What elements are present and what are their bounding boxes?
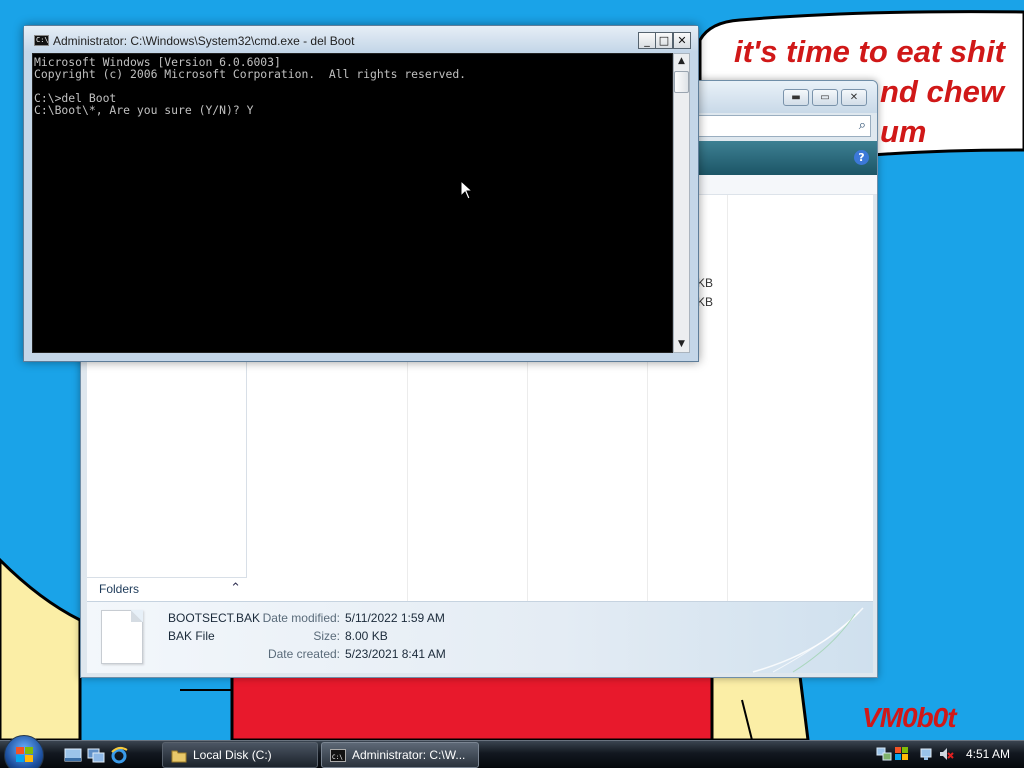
system-clock[interactable]: 4:51 AM xyxy=(966,747,1010,761)
details-pane: BOOTSECT.BAK BAK File Date modified: 5/1… xyxy=(87,601,873,673)
mouse-cursor-icon xyxy=(460,180,474,200)
search-icon[interactable]: ⌕ xyxy=(859,118,866,133)
cmd-window[interactable]: C:\ Administrator: C:\Windows\System32\c… xyxy=(23,25,699,362)
details-date-created: 5/23/2021 8:41 AM xyxy=(345,647,446,661)
console-text: Microsoft Windows [Version 6.0.6003] Cop… xyxy=(34,55,467,117)
folder-icon xyxy=(171,750,187,763)
cmd-icon: C:\ xyxy=(330,749,346,762)
details-date-modified-label: Date modified: xyxy=(262,611,340,625)
explorer-maximize-button[interactable]: ▭ xyxy=(812,89,838,106)
network-icon[interactable] xyxy=(876,746,892,762)
security-center-icon[interactable] xyxy=(894,746,910,762)
file-size-cell: KB xyxy=(697,276,714,290)
folders-toggle[interactable]: Folders ⌃ xyxy=(87,577,247,601)
explorer-search-box[interactable]: ⌕ xyxy=(691,115,871,137)
volume-muted-icon[interactable] xyxy=(938,746,954,762)
show-desktop-icon[interactable] xyxy=(64,746,82,764)
explorer-close-button[interactable]: ✕ xyxy=(841,89,867,106)
file-size-cell: KB xyxy=(697,295,714,309)
cmd-icon[interactable]: C:\ xyxy=(34,35,49,46)
details-date-created-label: Date created: xyxy=(267,647,340,661)
taskbar-item-label: Local Disk (C:) xyxy=(193,748,272,762)
details-size: 8.00 KB xyxy=(345,629,388,643)
console-scrollbar[interactable]: ▲ ▼ xyxy=(673,53,690,353)
cmd-titlebar[interactable]: C:\ Administrator: C:\Windows\System32\c… xyxy=(24,26,698,52)
explorer-minimize-button[interactable]: ▬ xyxy=(783,89,809,106)
file-icon xyxy=(101,610,143,664)
cmd-maximize-button[interactable]: □ xyxy=(655,32,673,49)
scroll-down-arrow-icon[interactable]: ▼ xyxy=(674,337,689,352)
internet-explorer-icon[interactable] xyxy=(110,746,128,764)
svg-text:C:\: C:\ xyxy=(332,754,343,761)
help-icon[interactable]: ? xyxy=(854,150,869,165)
chevron-up-icon: ⌃ xyxy=(230,580,241,595)
taskbar-item-explorer[interactable]: Local Disk (C:) xyxy=(162,742,318,768)
cmd-window-title: Administrator: C:\Windows\System32\cmd.e… xyxy=(53,34,355,48)
details-size-label: Size: xyxy=(313,629,340,643)
console-output[interactable]: Microsoft Windows [Version 6.0.6003] Cop… xyxy=(32,53,673,353)
speech-line-2: nd chew xyxy=(880,74,1005,109)
speech-line-3: um xyxy=(880,114,927,149)
network-disconnected-icon[interactable] xyxy=(920,746,936,762)
taskbar-item-cmd[interactable]: C:\ Administrator: C:\W... xyxy=(321,742,479,768)
scroll-thumb[interactable] xyxy=(674,71,689,93)
start-button[interactable] xyxy=(4,735,44,768)
speech-line-1: it's time to eat shit xyxy=(734,34,1005,69)
cartoon-arm-right xyxy=(710,674,810,740)
windows-logo-icon xyxy=(16,747,33,762)
cmd-minimize-button[interactable]: _ xyxy=(638,32,656,49)
folders-label: Folders xyxy=(99,582,140,596)
scroll-up-arrow-icon[interactable]: ▲ xyxy=(674,54,689,69)
watermark-text: VM0b0t xyxy=(862,702,957,733)
cmd-close-button[interactable]: ✕ xyxy=(673,32,691,49)
switch-windows-icon[interactable] xyxy=(87,746,105,764)
taskbar: Local Disk (C:) C:\ Administrator: C:\W.… xyxy=(0,735,1024,768)
details-file-type: BAK File xyxy=(168,629,215,643)
decorative-swoosh xyxy=(752,607,864,673)
taskbar-item-label: Administrator: C:\W... xyxy=(352,748,466,762)
details-date-modified: 5/11/2022 1:59 AM xyxy=(345,611,445,625)
cartoon-shirt xyxy=(230,674,714,740)
